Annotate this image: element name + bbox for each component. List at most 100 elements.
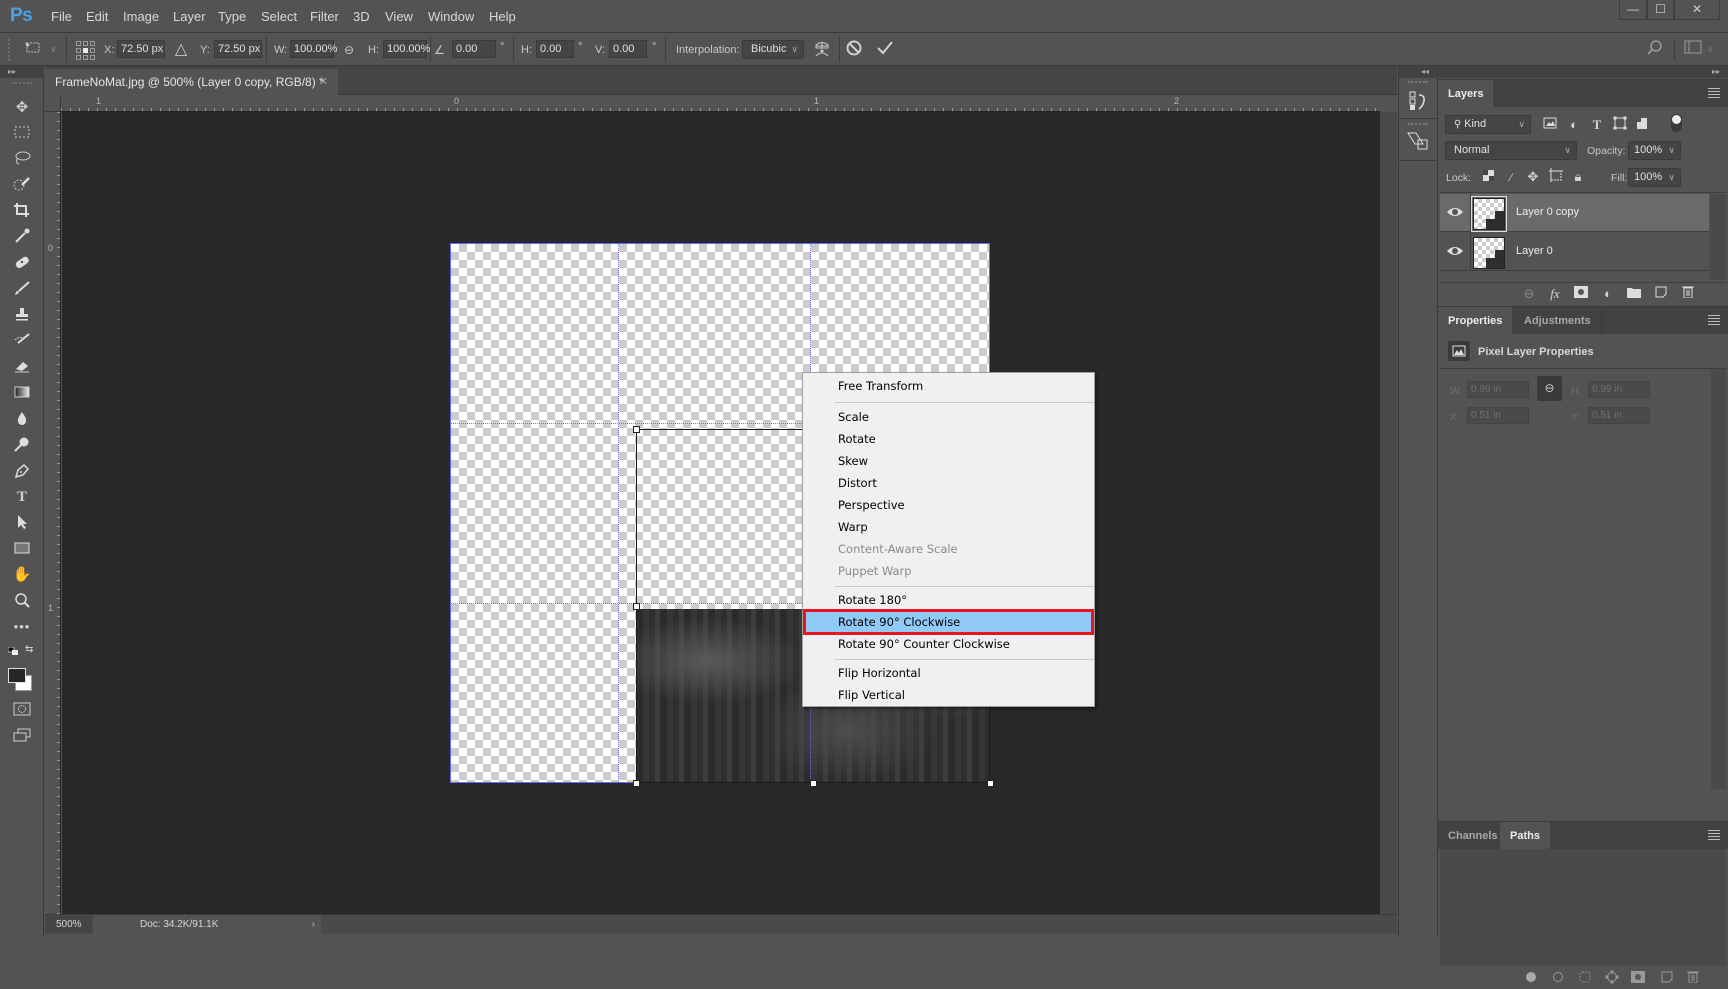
layer-row[interactable]: Layer 0 — [1440, 233, 1709, 271]
visibility-eye-icon[interactable] — [1446, 204, 1464, 220]
lasso-tool[interactable] — [10, 148, 34, 170]
add-layer-style-button[interactable]: fx — [1546, 285, 1564, 303]
quick-selection-tool[interactable] — [10, 174, 34, 196]
layer-thumbnail[interactable] — [1473, 237, 1505, 269]
menu-item-warp[interactable]: Warp — [805, 516, 1092, 538]
brush-tool[interactable] — [10, 278, 34, 300]
eyedropper-tool[interactable] — [10, 226, 34, 248]
menu-filter[interactable]: Filter — [310, 9, 339, 24]
tab-layers[interactable]: Layers — [1438, 80, 1494, 108]
opacity-field[interactable]: 100% ∨ — [1628, 141, 1681, 160]
add-mask-button[interactable] — [1629, 970, 1647, 988]
menu-item-skew[interactable]: Skew — [805, 450, 1092, 472]
lock-transparent-pixels-button[interactable] — [1479, 168, 1497, 186]
make-work-path-button[interactable] — [1603, 970, 1621, 988]
quick-mask-button[interactable] — [10, 700, 34, 722]
minimize-button[interactable]: — — [1619, 0, 1647, 20]
menu-item-free-transform[interactable]: Free Transform — [805, 375, 1092, 397]
transform-handle-bottom-center[interactable] — [810, 780, 817, 787]
layer-filter-kind-select[interactable]: ⚲ Kind ∨ — [1445, 115, 1531, 134]
menu-select[interactable]: Select — [261, 9, 297, 24]
lock-image-pixels-button[interactable]: ⁄ — [1502, 168, 1520, 186]
delete-path-button[interactable] — [1684, 970, 1702, 988]
healing-brush-tool[interactable] — [10, 252, 34, 274]
menu-image[interactable]: Image — [123, 9, 159, 24]
menu-view[interactable]: View — [385, 9, 413, 24]
interpolation-select[interactable]: Bicubic ∨ — [742, 40, 804, 59]
transform-handle-top-left[interactable] — [633, 426, 640, 433]
document-tab[interactable]: FrameNoMat.jpg @ 500% (Layer 0 copy, RGB… — [45, 69, 338, 95]
menu-item-rotate[interactable]: Rotate — [805, 428, 1092, 450]
new-layer-button[interactable] — [1652, 285, 1670, 303]
tool-preset-picker[interactable] — [22, 39, 44, 61]
delete-layer-button[interactable] — [1679, 285, 1697, 303]
path-selection-tool[interactable] — [10, 512, 34, 534]
tab-channels[interactable]: Channels — [1438, 822, 1509, 850]
menu-item-perspective[interactable]: Perspective — [805, 494, 1092, 516]
menu-type[interactable]: Type — [218, 9, 246, 24]
filter-pixel-layers-button[interactable] — [1541, 116, 1559, 134]
history-brush-tool[interactable] — [10, 330, 34, 352]
cancel-transform-button[interactable] — [843, 39, 865, 61]
chevron-down-icon[interactable]: ∨ — [50, 44, 57, 55]
link-layers-button[interactable]: ⊖ — [1520, 285, 1538, 303]
menu-item-flip-vertical[interactable]: Flip Vertical — [805, 684, 1092, 706]
panel-menu-icon[interactable] — [1708, 88, 1720, 98]
fill-path-button[interactable] — [1522, 970, 1540, 988]
screen-mode-button[interactable] — [10, 726, 34, 748]
transform-handle-middle-left[interactable] — [633, 603, 640, 610]
zoom-tool[interactable] — [10, 590, 34, 612]
ruler-origin[interactable] — [45, 96, 61, 112]
close-tab-icon[interactable]: ✕ — [319, 69, 328, 95]
eraser-tool[interactable] — [10, 356, 34, 378]
filter-smart-objects-button[interactable] — [1633, 116, 1651, 134]
chevron-down-icon[interactable]: ∨ — [1707, 44, 1714, 55]
menu-item-rotate-90-ccw[interactable]: Rotate 90° Counter Clockwise — [805, 633, 1092, 655]
vertical-scrollbar[interactable] — [1380, 112, 1397, 914]
transform-handle-bottom-right[interactable] — [987, 780, 994, 787]
crop-tool[interactable] — [10, 200, 34, 222]
expand-tools-icon[interactable]: ▸▸ — [0, 66, 44, 78]
maintain-aspect-ratio-toggle[interactable]: ⊖ — [338, 39, 360, 61]
layers-scrollbar[interactable] — [1710, 194, 1726, 280]
filter-shape-layers-button[interactable] — [1611, 116, 1629, 134]
load-path-as-selection-button[interactable] — [1576, 970, 1594, 988]
history-panel-button[interactable] — [1399, 78, 1437, 119]
maximize-button[interactable]: ☐ — [1647, 0, 1674, 20]
panel-menu-icon[interactable] — [1708, 315, 1720, 325]
collapse-dock-icon[interactable]: ◂◂ — [1399, 66, 1437, 78]
layer-thumbnail[interactable] — [1471, 196, 1507, 232]
commit-transform-button[interactable] — [874, 39, 896, 61]
expand-panels-icon[interactable]: ▸▸ — [1438, 66, 1728, 78]
filter-toggle[interactable] — [1671, 114, 1682, 132]
x-position-field[interactable]: 72.50 px — [117, 40, 165, 58]
options-bar-grip[interactable] — [8, 39, 11, 61]
layer-name[interactable]: Layer 0 copy — [1516, 206, 1579, 218]
layer-name[interactable]: Layer 0 — [1516, 245, 1553, 257]
warp-mode-toggle[interactable] — [811, 39, 833, 61]
zoom-level-field[interactable]: 500% — [46, 916, 92, 933]
tools-grip[interactable] — [12, 82, 32, 85]
marquee-tool[interactable] — [10, 122, 34, 144]
new-path-button[interactable] — [1658, 970, 1676, 988]
tab-adjustments[interactable]: Adjustments — [1514, 307, 1602, 335]
height-scale-field[interactable]: 100.00% — [383, 40, 430, 58]
menu-help[interactable]: Help — [489, 9, 516, 24]
guide-vertical[interactable] — [618, 243, 619, 783]
pen-tool[interactable] — [10, 460, 34, 482]
transform-handle-bottom-left[interactable] — [633, 780, 640, 787]
filter-adjustment-layers-button[interactable]: ◐ — [1565, 116, 1583, 134]
rectangle-tool[interactable] — [10, 538, 34, 560]
gradient-tool[interactable] — [10, 382, 34, 404]
menu-edit[interactable]: Edit — [86, 9, 108, 24]
foreground-color-swatch[interactable] — [8, 668, 26, 683]
menu-item-distort[interactable]: Distort — [805, 472, 1092, 494]
menu-item-flip-horizontal[interactable]: Flip Horizontal — [805, 662, 1092, 684]
vertical-skew-field[interactable]: 0.00 — [609, 40, 647, 58]
add-layer-mask-button[interactable] — [1572, 285, 1590, 303]
horizontal-ruler[interactable]: 1 0 1 2 — [61, 96, 1380, 112]
blend-mode-select[interactable]: Normal ∨ — [1445, 141, 1577, 160]
menu-item-rotate-180[interactable]: Rotate 180° — [805, 589, 1092, 611]
close-window-button[interactable]: ✕ — [1674, 0, 1720, 20]
panel-menu-icon[interactable] — [1708, 830, 1720, 840]
